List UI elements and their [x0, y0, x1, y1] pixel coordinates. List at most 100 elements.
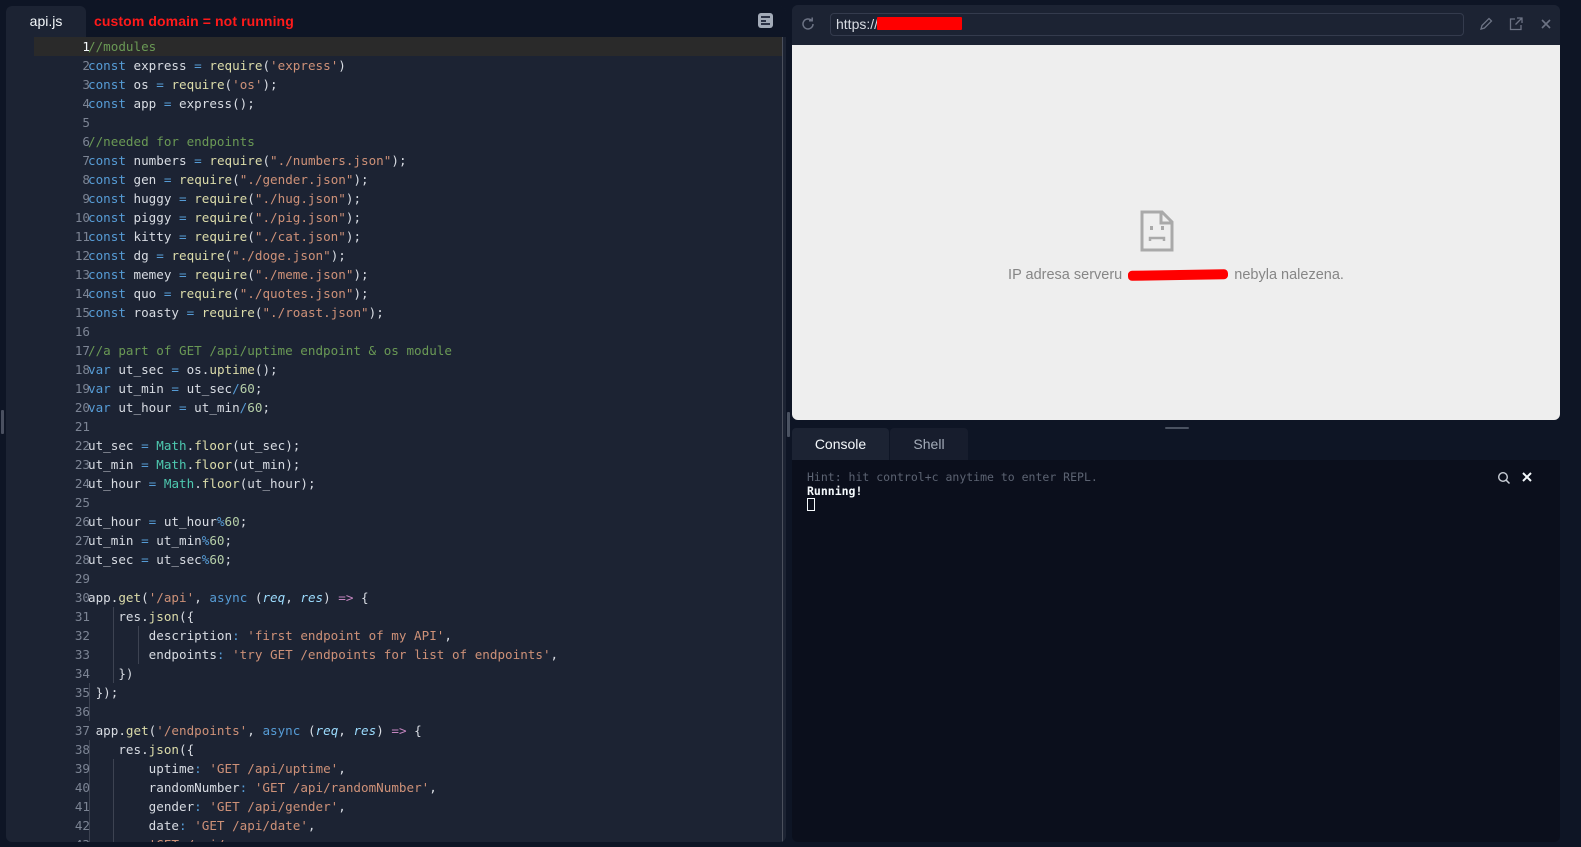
edit-url-button[interactable]	[1478, 16, 1494, 32]
code-line[interactable]: 15 const roasty = require("./roast.json")…	[6, 303, 783, 322]
line-number[interactable]: 9	[34, 189, 90, 208]
code-line[interactable]: 20 var ut_hour = ut_min/60;	[6, 398, 783, 417]
code-line[interactable]: 36	[6, 702, 783, 721]
line-number[interactable]: 24	[34, 474, 90, 493]
line-number[interactable]: 39	[34, 759, 90, 778]
console-output[interactable]: Hint: hit control+c anytime to enter REP…	[792, 460, 1560, 842]
code-line[interactable]: 39 uptime: 'GET /api/uptime',	[6, 759, 783, 778]
code-line[interactable]: 23 ut_min = Math.floor(ut_min);	[6, 455, 783, 474]
line-number[interactable]: 11	[34, 227, 90, 246]
line-number[interactable]: 23	[34, 455, 90, 474]
line-number[interactable]: 15	[34, 303, 90, 322]
url-input[interactable]: https://	[830, 13, 1464, 36]
line-number[interactable]: 22	[34, 436, 90, 455]
open-in-new-tab-button[interactable]	[1508, 16, 1524, 32]
code-line[interactable]: 24 ut_hour = Math.floor(ut_hour);	[6, 474, 783, 493]
left-panel-resize-handle[interactable]	[1, 410, 4, 434]
line-number[interactable]: 42	[34, 816, 90, 835]
code-line[interactable]: 37 app.get('/endpoints', async (req, res…	[6, 721, 783, 740]
code-line[interactable]: 42 date: 'GET /api/date',	[6, 816, 783, 835]
line-number[interactable]: 14	[34, 284, 90, 303]
line-number[interactable]: 29	[34, 569, 90, 588]
code-line[interactable]: 34 })	[6, 664, 783, 683]
code-line[interactable]: 9 const huggy = require("./hug.json");	[6, 189, 783, 208]
line-number[interactable]: 32	[34, 626, 90, 645]
line-number[interactable]: 10	[34, 208, 90, 227]
close-webview-button[interactable]	[1538, 16, 1554, 32]
tab-shell[interactable]: Shell	[890, 428, 968, 460]
line-number[interactable]: 19	[34, 379, 90, 398]
code-line[interactable]: 32 description: 'first endpoint of my AP…	[6, 626, 783, 645]
line-number[interactable]: 18	[34, 360, 90, 379]
code-line[interactable]: 25	[6, 493, 783, 512]
code-line[interactable]: 27 ut_min = ut_min%60;	[6, 531, 783, 550]
line-number[interactable]: 13	[34, 265, 90, 284]
vertical-pane-splitter[interactable]	[787, 412, 790, 437]
code-line[interactable]: 21	[6, 417, 783, 436]
code-line[interactable]: 18 var ut_sec = os.uptime();	[6, 360, 783, 379]
line-number[interactable]: 2	[34, 56, 90, 75]
line-number[interactable]: 6	[34, 132, 90, 151]
code-line[interactable]: 12 const dg = require("./doge.json");	[6, 246, 783, 265]
code-line[interactable]: 40 randomNumber: 'GET /api/randomNumber'…	[6, 778, 783, 797]
code-line[interactable]: 26 ut_hour = ut_hour%60;	[6, 512, 783, 531]
line-number[interactable]: 25	[34, 493, 90, 512]
file-tab-api-js[interactable]: api.js	[6, 6, 86, 37]
tab-console[interactable]: Console	[792, 428, 889, 460]
line-number[interactable]: 31	[34, 607, 90, 626]
line-number[interactable]: 36	[34, 702, 90, 721]
line-number[interactable]: 34	[34, 664, 90, 683]
code-line[interactable]: 30 app.get('/api', async (req, res) => {	[6, 588, 783, 607]
line-number[interactable]: 30	[34, 588, 90, 607]
code-line[interactable]: 38 res.json({	[6, 740, 783, 759]
line-number[interactable]: 26	[34, 512, 90, 531]
line-number[interactable]: 37	[34, 721, 90, 740]
line-number[interactable]: 17	[34, 341, 90, 360]
line-number[interactable]: 3	[34, 75, 90, 94]
code-line[interactable]: 28 ut_sec = ut_sec%60;	[6, 550, 783, 569]
line-number[interactable]: 8	[34, 170, 90, 189]
reload-button[interactable]	[800, 16, 816, 32]
code-line[interactable]: 13 const memey = require("./meme.json");	[6, 265, 783, 284]
line-number[interactable]: 35	[34, 683, 90, 702]
line-number[interactable]: 28	[34, 550, 90, 569]
line-number[interactable]: 16	[34, 322, 90, 341]
code-line[interactable]: 16	[6, 322, 783, 341]
code-line[interactable]: 35 });	[6, 683, 783, 702]
code-line[interactable]: 31 res.json({	[6, 607, 783, 626]
code-line[interactable]: 17//a part of GET /api/uptime endpoint &…	[6, 341, 783, 360]
line-number[interactable]: 27	[34, 531, 90, 550]
code-line[interactable]: 7 const numbers = require("./numbers.json…	[6, 151, 783, 170]
line-number[interactable]: 20	[34, 398, 90, 417]
line-number[interactable]: 43	[34, 835, 90, 842]
line-number[interactable]: 40	[34, 778, 90, 797]
code-line[interactable]: 29	[6, 569, 783, 588]
line-number[interactable]: 1	[34, 37, 90, 56]
code-line[interactable]: 33 endpoints: 'try GET /endpoints for li…	[6, 645, 783, 664]
code-line[interactable]: 4 const app = express();	[6, 94, 783, 113]
console-clear-button[interactable]	[1521, 471, 1533, 483]
outline-toggle-button[interactable]	[758, 13, 773, 28]
line-number[interactable]: 21	[34, 417, 90, 436]
line-number[interactable]: 4	[34, 94, 90, 113]
code-line[interactable]: 43 'GET /api/	[6, 835, 783, 842]
code-line[interactable]: 3 const os = require('os');	[6, 75, 783, 94]
code-line[interactable]: 22 ut_sec = Math.floor(ut_sec);	[6, 436, 783, 455]
code-line[interactable]: 1//modules	[6, 37, 783, 56]
code-line[interactable]: 5	[6, 113, 783, 132]
console-search-button[interactable]	[1497, 471, 1511, 485]
line-number[interactable]: 33	[34, 645, 90, 664]
code-line[interactable]: 41 gender: 'GET /api/gender',	[6, 797, 783, 816]
horizontal-pane-splitter[interactable]	[1165, 427, 1189, 429]
code-line[interactable]: 11 const kitty = require("./cat.json");	[6, 227, 783, 246]
line-number[interactable]: 41	[34, 797, 90, 816]
code-line[interactable]: 14 const quo = require("./quotes.json");	[6, 284, 783, 303]
line-number[interactable]: 12	[34, 246, 90, 265]
code-line[interactable]: 10 const piggy = require("./pig.json");	[6, 208, 783, 227]
code-area[interactable]: 1//modules 2 const express = require('expr…	[6, 37, 783, 842]
code-line[interactable]: 2 const express = require('express')	[6, 56, 783, 75]
code-line[interactable]: 19 var ut_min = ut_sec/60;	[6, 379, 783, 398]
line-number[interactable]: 38	[34, 740, 90, 759]
line-number[interactable]: 5	[34, 113, 90, 132]
code-line[interactable]: 6//needed for endpoints	[6, 132, 783, 151]
